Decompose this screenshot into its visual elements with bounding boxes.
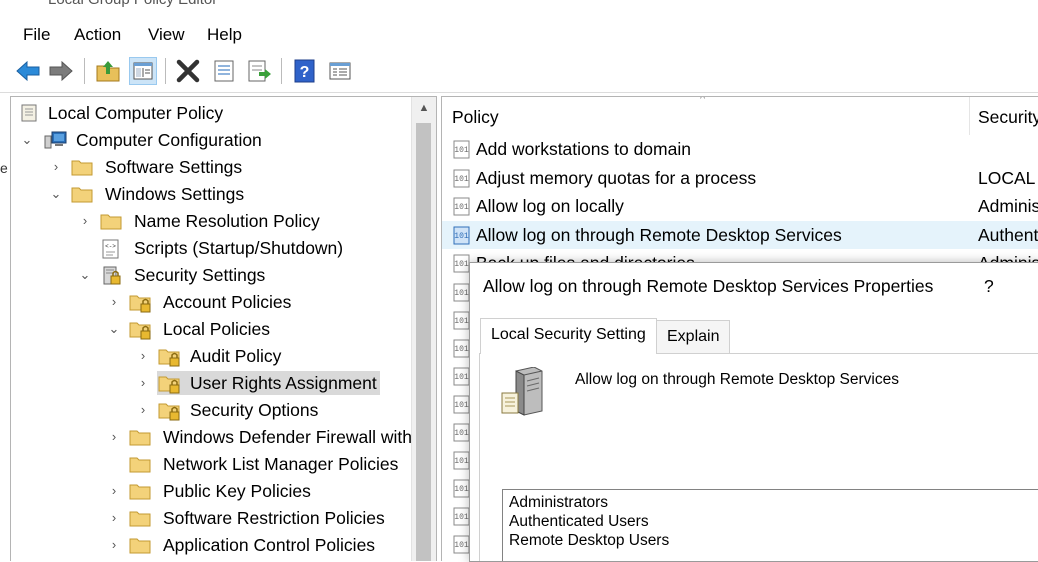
policy-setting-icon: 101 xyxy=(452,168,472,188)
dialog-policy-heading: Allow log on through Remote Desktop Serv… xyxy=(575,371,899,388)
svg-text:101: 101 xyxy=(454,345,469,354)
window-title: Local Group Policy Editor xyxy=(48,0,217,8)
svg-text:101: 101 xyxy=(454,203,469,212)
folder-icon xyxy=(71,185,93,203)
back-arrow-icon[interactable] xyxy=(14,57,42,85)
left-edge-fragment: e xyxy=(0,160,8,176)
svg-text:101: 101 xyxy=(454,232,469,241)
policy-row-selected[interactable]: 101 Allow log on through Remote Desktop … xyxy=(442,221,1038,249)
policy-setting-icon: 101 xyxy=(452,196,472,216)
tree-pane[interactable]: Local Computer Policy ⌄ Computer Configu… xyxy=(10,96,437,561)
accounts-listbox[interactable]: Administrators Authenticated Users Remot… xyxy=(502,489,1038,561)
policy-scroll-icon xyxy=(18,104,40,122)
chevron-right-icon[interactable]: › xyxy=(107,533,121,557)
scroll-up-arrow-icon[interactable]: ▲ xyxy=(412,97,436,119)
chevron-down-icon[interactable]: ⌄ xyxy=(107,317,121,341)
server-icon xyxy=(500,366,548,417)
locked-folder-icon xyxy=(158,401,180,421)
policy-row[interactable]: 101 Allow log on locally Adminis xyxy=(442,192,1038,220)
script-icon: <-> xyxy=(100,239,122,259)
tree-scrollbar[interactable]: ▲ xyxy=(411,97,436,561)
show-hide-tree-icon[interactable] xyxy=(129,57,157,85)
tree-item-user-rights-assignment[interactable]: User Rights Assignment xyxy=(157,371,380,395)
folder-icon xyxy=(71,158,93,176)
folder-icon xyxy=(129,536,151,554)
svg-text:101: 101 xyxy=(454,317,469,326)
up-folder-icon[interactable] xyxy=(94,57,122,85)
menu-action[interactable]: Action xyxy=(74,25,121,45)
chevron-right-icon[interactable]: › xyxy=(136,371,150,395)
filter-view-icon[interactable] xyxy=(326,57,354,85)
svg-text:101: 101 xyxy=(454,401,469,410)
security-settings-icon xyxy=(100,266,122,285)
folder-icon xyxy=(129,428,151,446)
folder-icon xyxy=(129,509,151,527)
dialog-title: Allow log on through Remote Desktop Serv… xyxy=(483,276,934,296)
chevron-down-icon[interactable]: ⌄ xyxy=(20,128,34,152)
properties-icon[interactable] xyxy=(210,57,238,85)
policy-setting-icon: 101 xyxy=(452,139,472,159)
policy-row[interactable]: 101 Adjust memory quotas for a process L… xyxy=(442,164,1038,192)
column-divider[interactable] xyxy=(969,97,970,135)
window-title-bar: Local Group Policy Editor xyxy=(0,0,1038,18)
policy-setting-icon: 101 xyxy=(452,225,472,245)
properties-dialog[interactable]: Allow log on through Remote Desktop Serv… xyxy=(469,262,1038,562)
locked-folder-icon xyxy=(158,374,180,394)
folder-icon xyxy=(100,212,122,230)
computer-icon xyxy=(44,131,67,149)
menu-file[interactable]: File xyxy=(23,25,50,45)
delete-icon[interactable] xyxy=(174,57,202,85)
chevron-right-icon[interactable]: › xyxy=(107,425,121,449)
chevron-right-icon[interactable]: › xyxy=(107,290,121,314)
toolbar-separator xyxy=(84,58,85,84)
chevron-right-icon[interactable]: › xyxy=(136,398,150,422)
svg-text:101: 101 xyxy=(454,541,469,550)
column-header-policy[interactable]: Policy xyxy=(452,97,499,135)
svg-text:101: 101 xyxy=(454,373,469,382)
chevron-right-icon[interactable]: › xyxy=(107,479,121,503)
locked-folder-icon xyxy=(129,320,151,340)
menu-help[interactable]: Help xyxy=(207,25,242,45)
svg-text:<->: <-> xyxy=(105,243,116,250)
tab-local-security-setting[interactable]: Local Security Setting xyxy=(480,318,657,354)
svg-text:101: 101 xyxy=(454,146,469,155)
export-list-icon[interactable] xyxy=(245,57,273,85)
svg-text:?: ? xyxy=(300,64,310,81)
chevron-right-icon[interactable]: › xyxy=(107,506,121,530)
toolbar-separator xyxy=(281,58,282,84)
chevron-right-icon[interactable]: › xyxy=(49,155,63,179)
toolbar-separator xyxy=(165,58,166,84)
policy-row[interactable]: 101 Add workstations to domain xyxy=(442,135,1038,163)
dialog-help-button[interactable]: ? xyxy=(984,276,994,297)
list-item[interactable]: Authenticated Users xyxy=(509,513,649,531)
svg-text:101: 101 xyxy=(454,485,469,494)
list-item[interactable]: Remote Desktop Users xyxy=(509,532,669,550)
svg-text:101: 101 xyxy=(454,289,469,298)
list-item[interactable]: Administrators xyxy=(509,494,608,512)
column-header-security[interactable]: Security xyxy=(978,97,1038,135)
forward-arrow-icon[interactable] xyxy=(47,57,75,85)
scrollbar-thumb[interactable] xyxy=(416,123,431,561)
locked-folder-icon xyxy=(129,293,151,313)
sort-ascending-icon: ^ xyxy=(700,96,706,105)
svg-text:101: 101 xyxy=(454,260,469,269)
locked-folder-icon xyxy=(158,347,180,367)
chevron-right-icon[interactable]: › xyxy=(78,209,92,233)
svg-text:101: 101 xyxy=(454,513,469,522)
help-icon[interactable]: ? xyxy=(291,57,319,85)
chevron-down-icon[interactable]: ⌄ xyxy=(49,182,63,206)
svg-text:101: 101 xyxy=(454,457,469,466)
chevron-down-icon[interactable]: ⌄ xyxy=(78,263,92,287)
toolbar: ? xyxy=(0,52,1038,93)
folder-icon xyxy=(129,482,151,500)
chevron-right-icon[interactable]: › xyxy=(136,344,150,368)
folder-icon xyxy=(129,455,151,473)
tab-explain[interactable]: Explain xyxy=(656,320,731,354)
menu-bar: File Action View Help xyxy=(0,18,1038,53)
svg-text:101: 101 xyxy=(454,429,469,438)
menu-view[interactable]: View xyxy=(148,25,185,45)
svg-text:101: 101 xyxy=(454,175,469,184)
